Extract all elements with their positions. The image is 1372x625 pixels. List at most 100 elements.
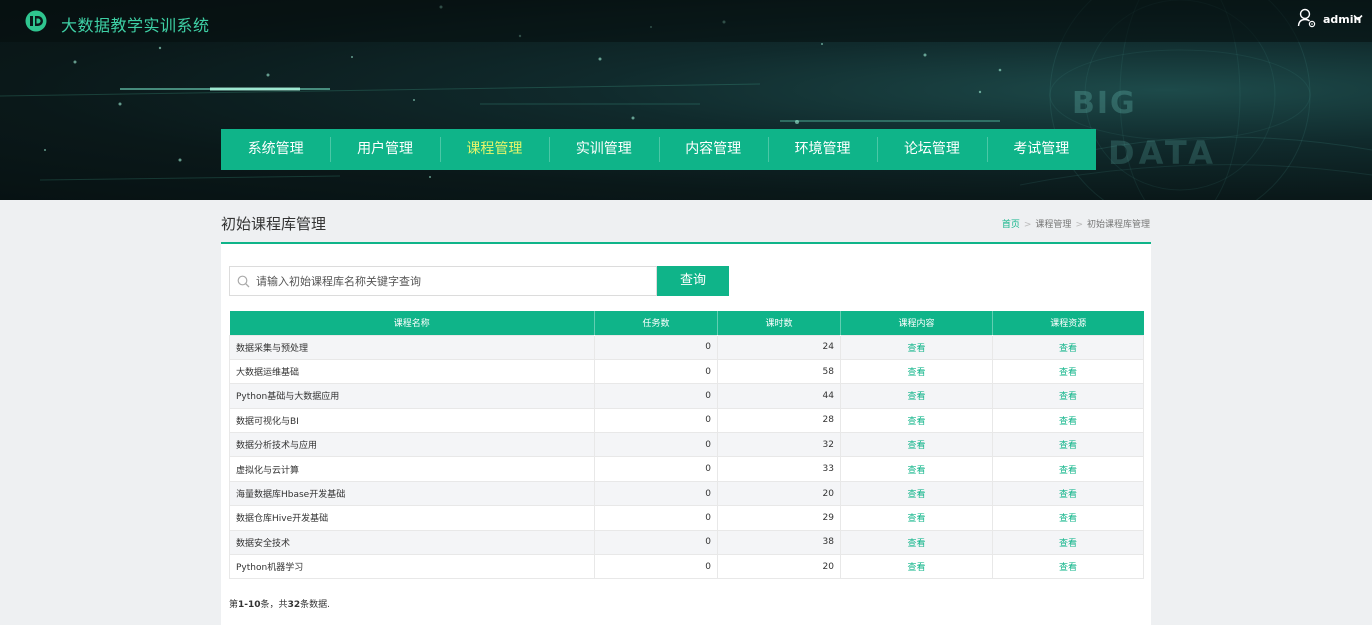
task-count: 0 xyxy=(594,480,718,507)
hour-count: 20 xyxy=(717,554,841,580)
hour-count: 28 xyxy=(717,407,841,434)
view-content-link[interactable]: 查看 xyxy=(840,529,993,556)
table-header-row: 课程名称 任务数 课时数 课程内容 课程资源 xyxy=(229,311,1144,335)
page-title: 初始课程库管理 xyxy=(221,215,327,233)
table-row: 数据采集与预处理 0 24 查看 查看 xyxy=(229,334,1144,360)
column-header-resource: 课程资源 xyxy=(992,311,1144,335)
hour-count: 29 xyxy=(717,505,841,531)
nav-item-training[interactable]: 实训管理 xyxy=(549,129,658,170)
column-header-hours: 课时数 xyxy=(717,311,841,335)
breadcrumb-courses[interactable]: 课程管理 xyxy=(1035,220,1071,230)
nav-item-forum[interactable]: 论坛管理 xyxy=(877,129,986,170)
table-row: Python机器学习 0 20 查看 查看 xyxy=(229,554,1144,580)
course-name: 数据可视化与BI xyxy=(229,407,595,434)
nav-item-exam[interactable]: 考试管理 xyxy=(986,129,1096,170)
nav-item-users[interactable]: 用户管理 xyxy=(330,129,439,170)
course-table: 课程名称 任务数 课时数 课程内容 课程资源 数据采集与预处理 0 24 查看 … xyxy=(229,311,1144,580)
chevron-down-icon[interactable] xyxy=(1353,14,1363,22)
table-row: 数据安全技术 0 38 查看 查看 xyxy=(229,529,1144,556)
view-resource-link[interactable]: 查看 xyxy=(992,505,1144,531)
hour-count: 32 xyxy=(717,432,841,458)
task-count: 0 xyxy=(594,554,718,580)
hour-count: 20 xyxy=(717,480,841,507)
course-name: 大数据运维基础 xyxy=(229,358,595,385)
hour-count: 38 xyxy=(717,529,841,556)
task-count: 0 xyxy=(594,407,718,434)
view-content-link[interactable]: 查看 xyxy=(840,554,993,580)
column-header-content: 课程内容 xyxy=(840,311,993,335)
course-name: Python基础与大数据应用 xyxy=(229,383,595,409)
view-content-link[interactable]: 查看 xyxy=(840,334,993,360)
logo-icon xyxy=(25,10,47,32)
breadcrumb-separator: > xyxy=(1023,220,1032,230)
table-row: 数据仓库Hive开发基础 0 29 查看 查看 xyxy=(229,505,1144,531)
summary-range: 1-10 xyxy=(238,600,261,610)
view-content-link[interactable]: 查看 xyxy=(840,480,993,507)
view-content-link[interactable]: 查看 xyxy=(840,505,993,531)
breadcrumb: 首页 > 课程管理 > 初始课程库管理 xyxy=(1002,217,1150,230)
search-box xyxy=(229,266,657,296)
nav-item-environment[interactable]: 环境管理 xyxy=(767,129,877,170)
course-name: 海量数据库Hbase开发基础 xyxy=(229,480,595,507)
user-icon[interactable] xyxy=(1297,8,1317,28)
nav-item-courses[interactable]: 课程管理 xyxy=(439,129,549,170)
view-resource-link[interactable]: 查看 xyxy=(992,383,1144,409)
course-name: 数据分析技术与应用 xyxy=(229,432,595,458)
view-resource-link[interactable]: 查看 xyxy=(992,456,1144,482)
view-content-link[interactable]: 查看 xyxy=(840,358,993,385)
view-content-link[interactable]: 查看 xyxy=(840,383,993,409)
task-count: 0 xyxy=(594,358,718,385)
site-title: 大数据教学实训系统 xyxy=(61,16,210,35)
view-content-link[interactable]: 查看 xyxy=(840,432,993,458)
task-count: 0 xyxy=(594,334,718,360)
view-resource-link[interactable]: 查看 xyxy=(992,334,1144,360)
nav-item-system[interactable]: 系统管理 xyxy=(221,129,330,170)
task-count: 0 xyxy=(594,432,718,458)
course-name: Python机器学习 xyxy=(229,554,595,580)
hour-count: 24 xyxy=(717,334,841,360)
search-button[interactable]: 查询 xyxy=(657,266,729,296)
table-row: 数据分析技术与应用 0 32 查看 查看 xyxy=(229,432,1144,458)
view-resource-link[interactable]: 查看 xyxy=(992,358,1144,385)
summary-total: 32 xyxy=(287,600,301,610)
search-icon xyxy=(237,275,250,288)
nav-item-content[interactable]: 内容管理 xyxy=(658,129,768,170)
course-name: 数据安全技术 xyxy=(229,529,595,556)
task-count: 0 xyxy=(594,505,718,531)
course-name: 虚拟化与云计算 xyxy=(229,456,595,482)
task-count: 0 xyxy=(594,383,718,409)
header-banner: BIG DATA 大数据教学实训系统 admin 系统管理 用户管理 课程管理 … xyxy=(0,0,1372,200)
main-nav: 系统管理 用户管理 课程管理 实训管理 内容管理 环境管理 论坛管理 考试管理 xyxy=(221,129,1096,170)
table-row: Python基础与大数据应用 0 44 查看 查看 xyxy=(229,383,1144,409)
table-row: 数据可视化与BI 0 28 查看 查看 xyxy=(229,407,1144,434)
task-count: 0 xyxy=(594,456,718,482)
course-name: 数据仓库Hive开发基础 xyxy=(229,505,595,531)
task-count: 0 xyxy=(594,529,718,556)
hour-count: 58 xyxy=(717,358,841,385)
view-resource-link[interactable]: 查看 xyxy=(992,554,1144,580)
view-resource-link[interactable]: 查看 xyxy=(992,407,1144,434)
pagination-summary: 第1-10条，共32条数据. xyxy=(229,597,330,610)
table-row: 大数据运维基础 0 58 查看 查看 xyxy=(229,358,1144,385)
top-bar: 大数据教学实训系统 admin xyxy=(0,0,1372,42)
banner-big-text: BIG xyxy=(1072,86,1137,121)
hour-count: 44 xyxy=(717,383,841,409)
course-name: 数据采集与预处理 xyxy=(229,334,595,360)
summary-prefix: 第 xyxy=(229,600,239,610)
column-header-name: 课程名称 xyxy=(229,311,595,335)
breadcrumb-home[interactable]: 首页 xyxy=(1002,220,1020,230)
view-resource-link[interactable]: 查看 xyxy=(992,480,1144,507)
banner-data-text: DATA xyxy=(1108,134,1217,172)
summary-suffix: 条数据. xyxy=(300,600,330,610)
view-content-link[interactable]: 查看 xyxy=(840,456,993,482)
view-resource-link[interactable]: 查看 xyxy=(992,529,1144,556)
hour-count: 33 xyxy=(717,456,841,482)
summary-middle: 条，共 xyxy=(260,600,288,610)
view-resource-link[interactable]: 查看 xyxy=(992,432,1144,458)
table-row: 虚拟化与云计算 0 33 查看 查看 xyxy=(229,456,1144,482)
breadcrumb-separator: > xyxy=(1075,220,1083,230)
search-input[interactable] xyxy=(256,268,651,294)
table-row: 海量数据库Hbase开发基础 0 20 查看 查看 xyxy=(229,480,1144,507)
column-header-tasks: 任务数 xyxy=(594,311,718,335)
view-content-link[interactable]: 查看 xyxy=(840,407,993,434)
